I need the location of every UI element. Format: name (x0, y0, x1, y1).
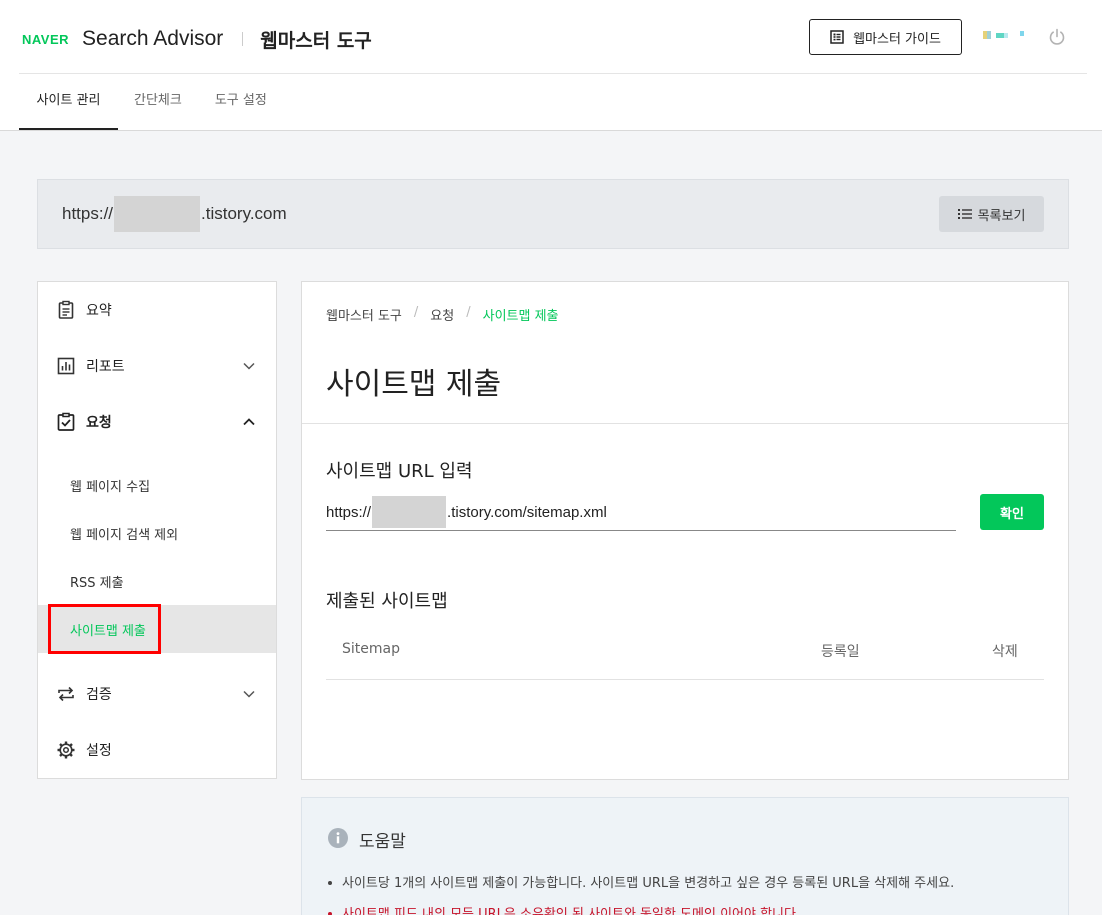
sitemap-url-suffix: .tistory.com/sitemap.xml (447, 503, 607, 521)
naver-logo[interactable]: NAVER (22, 32, 69, 47)
help-item: 사이트당 1개의 사이트맵 제출이 가능합니다. 사이트맵 URL을 변경하고 … (328, 872, 954, 891)
sidebar-item-summary[interactable]: 요약 (38, 290, 276, 330)
column-registered-date: 등록일 (821, 644, 860, 660)
tab-site-management[interactable]: 사이트 관리 (19, 74, 118, 130)
chevron-down-icon[interactable] (242, 688, 256, 700)
site-url: https:// .tistory.com (62, 180, 287, 248)
title-divider (302, 423, 1068, 424)
main-panel: 웹마스터 도구 / 요청 / 사이트맵 제출 사이트맵 제출 사이트맵 URL … (301, 281, 1069, 780)
webmaster-guide-label: 웹마스터 가이드 (853, 31, 941, 47)
webmaster-guide-button[interactable]: 웹마스터 가이드 (809, 19, 962, 55)
repeat-arrows-icon (58, 686, 74, 702)
help-item-warning: 사이트맵 피드 내의 모든 URL은 소유확인 된 사이트와 동일한 도메인 이… (328, 903, 800, 915)
site-url-suffix: .tistory.com (201, 204, 287, 223)
sidebar-item-request[interactable]: 요청 (38, 402, 276, 442)
bar-chart-icon (57, 357, 75, 375)
breadcrumb-item[interactable]: 웹마스터 도구 (326, 305, 402, 324)
sidebar-item-label: 요청 (86, 415, 112, 431)
power-icon[interactable] (1047, 27, 1067, 47)
list-icon (957, 209, 972, 219)
main-tabs: 사이트 관리 간단체크 도구 설정 (19, 74, 267, 130)
sidebar-item-settings[interactable]: 설정 (38, 730, 276, 770)
sidebar-subitem-label: 웹 페이지 검색 제외 (70, 528, 179, 543)
info-icon (328, 828, 348, 848)
top-header: NAVER Search Advisor 웹마스터 도구 웹마스터 가이드 사이… (0, 0, 1102, 131)
site-bar: https:// .tistory.com 목록보기 (37, 179, 1069, 249)
document-list-icon (830, 30, 844, 44)
chevron-down-icon[interactable] (242, 360, 256, 372)
product-name[interactable]: Search Advisor (82, 27, 223, 51)
confirm-button[interactable]: 확인 (980, 494, 1044, 530)
sitemap-url-prefix: https:// (326, 503, 372, 521)
column-sitemap: Sitemap (342, 641, 400, 657)
list-view-button[interactable]: 목록보기 (939, 196, 1044, 232)
sidebar-item-label: 검증 (86, 687, 112, 703)
sidebar-item-label: 리포트 (86, 359, 125, 375)
page-title: 사이트맵 제출 (326, 367, 502, 402)
breadcrumb-item[interactable]: 요청 (430, 305, 454, 324)
sitemap-table-header: Sitemap 등록일 삭제 (326, 631, 1044, 680)
help-text: 사이트맵 피드 내의 모든 URL은 소유확인 된 사이트와 동일한 도메인 이… (342, 907, 801, 915)
help-panel: 도움말 사이트당 1개의 사이트맵 제출이 가능합니다. 사이트맵 URL을 변… (301, 797, 1069, 915)
help-text: 사이트당 1개의 사이트맵 제출이 가능합니다. 사이트맵 URL을 변경하고 … (342, 876, 955, 891)
sidebar-item-report[interactable]: 리포트 (38, 346, 276, 386)
breadcrumb-separator: / (413, 305, 419, 320)
sidebar-subitem-label: RSS 제출 (70, 576, 124, 591)
breadcrumb-separator: / (466, 305, 471, 320)
sidebar-subitem-label: 웹 페이지 수집 (70, 480, 151, 495)
site-url-prefix: https:// (62, 204, 114, 223)
breadcrumb-current: 사이트맵 제출 (482, 309, 559, 324)
sidebar-subitem-web-page-collect[interactable]: 웹 페이지 수집 (38, 461, 276, 509)
tab-quick-check[interactable]: 간단체크 (134, 74, 182, 130)
tab-tool-settings[interactable]: 도구 설정 (215, 74, 267, 130)
brand[interactable]: NAVER Search Advisor 웹마스터 도구 (22, 24, 372, 54)
sidebar-subitem-label: 사이트맵 제출 (70, 624, 146, 639)
sitemap-url-input[interactable]: https:// .tistory.com/sitemap.xml (326, 494, 956, 531)
breadcrumb: 웹마스터 도구 / 요청 / 사이트맵 제출 (326, 305, 559, 324)
tool-name[interactable]: 웹마스터 도구 (260, 26, 372, 53)
bullet (328, 880, 332, 885)
sidebar-subitem-web-page-exclude[interactable]: 웹 페이지 검색 제외 (38, 509, 276, 557)
profile-avatar[interactable] (983, 31, 1025, 40)
clipboard-check-icon (57, 412, 75, 431)
sidebar-item-verify[interactable]: 검증 (38, 674, 276, 714)
bullet (328, 911, 332, 915)
brand-divider (242, 32, 244, 46)
gear-icon (57, 741, 75, 759)
chevron-up-icon[interactable] (242, 416, 256, 428)
redacted-block (114, 196, 201, 232)
sidebar-subitem-sitemap-submit[interactable]: 사이트맵 제출 (38, 605, 276, 653)
clipboard-icon (58, 300, 74, 319)
sitemap-input-heading: 사이트맵 URL 입력 (326, 461, 473, 482)
sidebar-item-label: 설정 (86, 743, 112, 759)
sidebar-item-label: 요약 (86, 303, 112, 319)
column-delete: 삭제 (992, 644, 1018, 660)
redacted-block (372, 496, 447, 528)
sidebar-nav: 요약 리포트 요청 웹 페이지 수집 웹 페이지 검색 제외 RSS 제출 사이… (37, 281, 277, 779)
help-title: 도움말 (359, 832, 406, 852)
submitted-sitemaps-heading: 제출된 사이트맵 (326, 591, 448, 612)
list-view-label: 목록보기 (977, 208, 1026, 224)
sidebar-subitem-rss-submit[interactable]: RSS 제출 (38, 557, 276, 605)
